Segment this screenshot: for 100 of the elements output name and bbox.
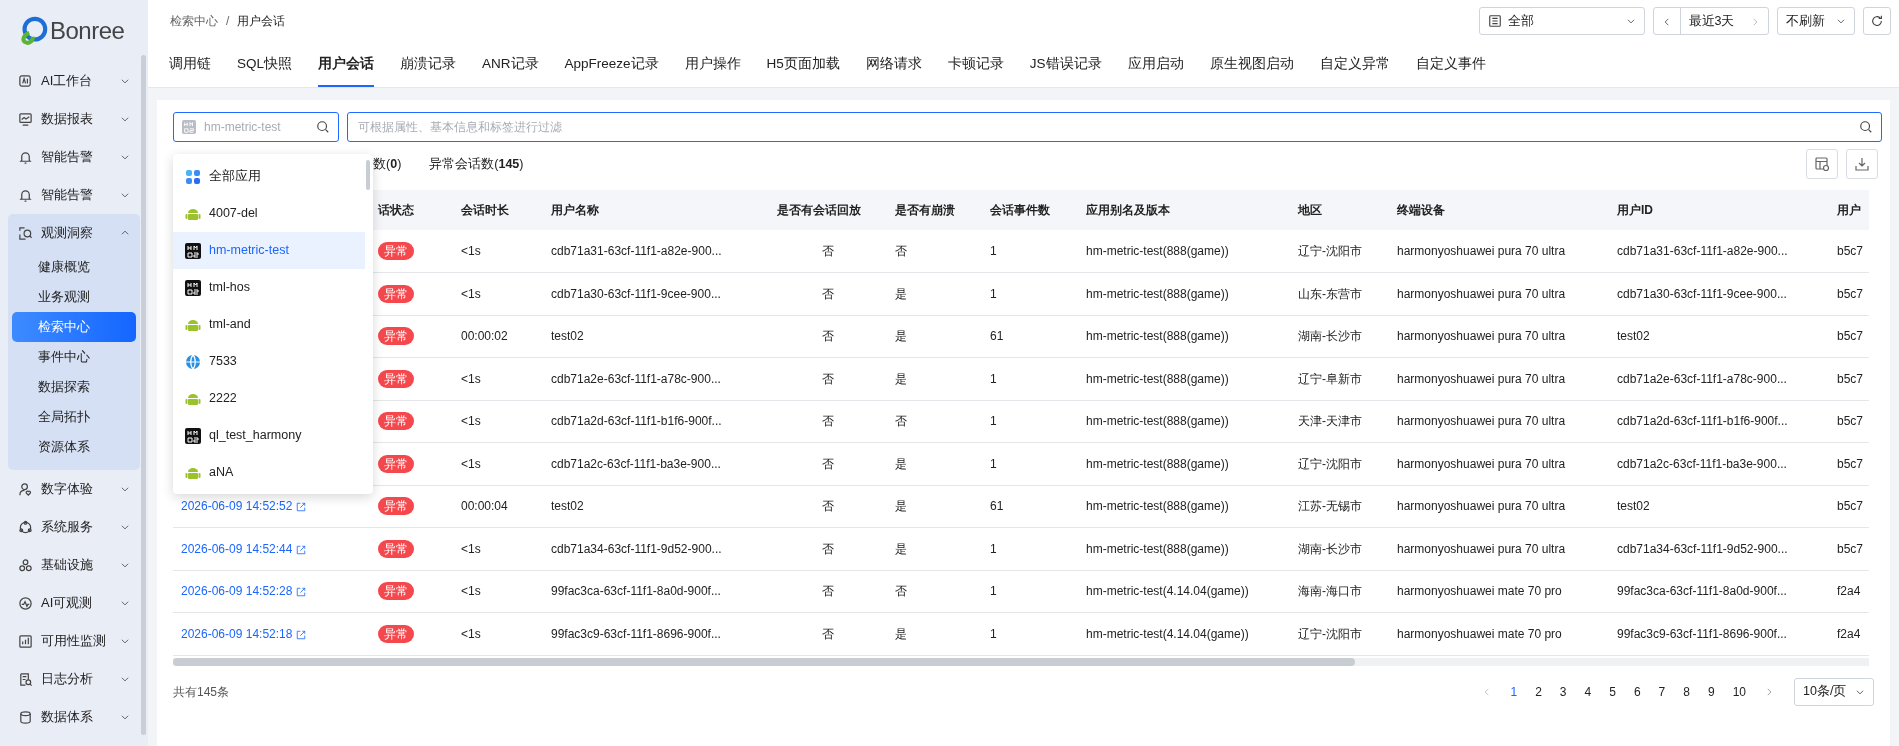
app-search-field[interactable]: hm-metric-test [202, 117, 310, 137]
refresh-button[interactable] [1863, 7, 1891, 35]
table-cell: 是 [887, 485, 982, 528]
app-icon [185, 279, 201, 296]
table-cell: 江苏-无锡市 [1290, 485, 1389, 528]
table-settings-button[interactable] [1806, 149, 1838, 179]
table-cell: 辽宁-沈阳市 [1290, 442, 1389, 485]
sidebar-item[interactable]: AI可观测 [8, 584, 140, 622]
table-cell: <1s [453, 272, 543, 315]
tab[interactable]: 原生视图启动 [1196, 42, 1307, 87]
sidebar-item[interactable]: 智能告警 [8, 138, 140, 176]
tab[interactable]: 用户会话 [305, 42, 387, 87]
session-tab[interactable]: 数(0) [373, 154, 402, 174]
sidebar-subitem[interactable]: 全局拓扑 [12, 402, 136, 432]
time-link[interactable]: 2026-06-09 14:52:52 [181, 499, 306, 514]
dropdown-item[interactable]: 2222 [173, 380, 365, 417]
chevron-left-icon [1662, 16, 1672, 27]
bell-icon [18, 187, 33, 203]
time-range-picker[interactable]: 最近3天 [1653, 7, 1769, 35]
table-cell: harmonyoshuawei pura 70 ultra [1389, 527, 1609, 570]
page-size-select[interactable]: 10条/页 [1794, 677, 1874, 706]
status-tag: 异常 [378, 369, 414, 388]
external-link-icon [295, 544, 306, 555]
table-cell: 山东-东营市 [1290, 272, 1389, 315]
table-cell: 1 [982, 272, 1078, 315]
sidebar-subitem[interactable]: 检索中心 [12, 312, 136, 342]
app-list-icon [1488, 14, 1502, 28]
tab[interactable]: 应用启动 [1114, 42, 1197, 87]
table-cell: hm-metric-test(888(game)) [1078, 272, 1290, 315]
session-tab[interactable]: 异常会话数(145) [429, 154, 524, 174]
sidebar-item[interactable]: 数据报表 [8, 100, 140, 138]
dropdown-item[interactable]: 全部应用 [173, 158, 365, 195]
time-link[interactable]: 2026-06-09 14:52:18 [181, 626, 306, 641]
scrollbar[interactable] [141, 55, 146, 735]
download-button[interactable] [1846, 149, 1878, 179]
dropdown-item[interactable]: tml-hos [173, 269, 365, 306]
page-button[interactable]: 6 [1627, 682, 1647, 701]
tab[interactable]: 自定义异常 [1306, 42, 1403, 87]
tab[interactable]: 调用链 [156, 42, 224, 87]
search-icon [18, 225, 33, 241]
page-button[interactable]: 4 [1578, 682, 1598, 701]
page-button[interactable]: 2 [1529, 682, 1548, 701]
table-cell: cdb71a31-63cf-11f1-a82e-900... [1609, 230, 1829, 273]
sidebar-subitem[interactable]: 事件中心 [12, 342, 136, 372]
page-button[interactable]: 1 [1504, 682, 1524, 701]
filter-search-field[interactable]: 可根据属性、基本信息和标签进行过滤 [356, 117, 1853, 137]
sidebar-subitem[interactable]: 数据探索 [12, 372, 136, 402]
dropdown-item[interactable]: 7533 [173, 343, 365, 380]
sidebar-item[interactable]: 基础设施 [8, 546, 140, 584]
sidebar-item[interactable]: 数字体验 [8, 470, 140, 508]
page-button[interactable]: 9 [1701, 682, 1721, 701]
column-header: 是否有崩溃 [887, 190, 982, 230]
horizontal-scrollbar[interactable] [173, 657, 1869, 666]
dropdown-item[interactable]: ql_test_harmony [173, 417, 365, 454]
refresh-select[interactable]: 不刷新 [1777, 7, 1855, 35]
app-select[interactable]: 全部 [1479, 7, 1645, 35]
breadcrumb-item[interactable]: 检索中心 [170, 12, 218, 30]
table-cell: 天津-天津市 [1290, 400, 1389, 443]
table-cell: b5c7 [1829, 527, 1869, 570]
tab[interactable]: ANR记录 [469, 42, 552, 87]
sidebar-item[interactable]: AI工作台 [8, 62, 140, 100]
tab[interactable]: 崩溃记录 [387, 42, 469, 87]
table-cell: cdb71a34-63cf-11f1-9d52-900... [1609, 527, 1829, 570]
table-cell: 否 [769, 315, 887, 358]
page-button[interactable]: 10 [1726, 682, 1752, 701]
table-cell: 否 [769, 612, 887, 655]
sidebar-item[interactable]: 智能告警 [8, 176, 140, 214]
table-cell: cdb71a2c-63cf-11f1-ba3e-900... [543, 442, 769, 485]
tab[interactable]: 网络请求 [852, 42, 935, 87]
dropdown-item[interactable]: hm-metric-test [173, 232, 365, 269]
time-link[interactable]: 2026-06-09 14:52:28 [181, 584, 306, 599]
page-button[interactable]: 8 [1677, 682, 1696, 701]
chevron-down-icon [1836, 16, 1846, 26]
table-cell: hm-metric-test(4.14.04(game)) [1078, 570, 1290, 613]
sidebar-item[interactable]: 可用性监测 [8, 622, 140, 660]
tab[interactable]: 卡顿记录 [934, 42, 1017, 87]
tab[interactable]: 自定义事件 [1402, 42, 1499, 87]
dropdown-item[interactable]: 4007-del [173, 195, 365, 232]
sidebar-item[interactable]: 观测洞察 [8, 214, 140, 252]
sidebar-subitem[interactable]: 业务观测 [12, 282, 136, 312]
page-button[interactable]: 3 [1553, 682, 1573, 701]
sidebar-subitem[interactable]: 健康概览 [12, 252, 136, 282]
table-cell: <1s [453, 527, 543, 570]
dropdown-item[interactable]: aNA [173, 454, 365, 491]
tab[interactable]: SQL快照 [224, 42, 305, 87]
tab[interactable]: 用户操作 [671, 42, 754, 87]
dropdown-item[interactable]: tml-and [173, 306, 365, 343]
sidebar-item[interactable]: 数据体系 [8, 698, 140, 736]
time-link[interactable]: 2026-06-09 14:52:44 [181, 541, 306, 556]
tab[interactable]: H5页面加载 [753, 42, 853, 87]
table-cell: 否 [769, 442, 887, 485]
tab[interactable]: JS错误记录 [1016, 42, 1115, 87]
app-search-box[interactable]: hm-metric-test [173, 112, 339, 142]
tab[interactable]: AppFreeze记录 [551, 42, 672, 87]
sidebar-item[interactable]: 系统服务 [8, 508, 140, 546]
filter-search-box[interactable]: 可根据属性、基本信息和标签进行过滤 [347, 112, 1882, 142]
sidebar-subitem[interactable]: 资源体系 [12, 432, 136, 462]
page-button[interactable]: 5 [1603, 682, 1622, 701]
sidebar-item[interactable]: 日志分析 [8, 660, 140, 698]
page-button[interactable]: 7 [1652, 682, 1672, 701]
